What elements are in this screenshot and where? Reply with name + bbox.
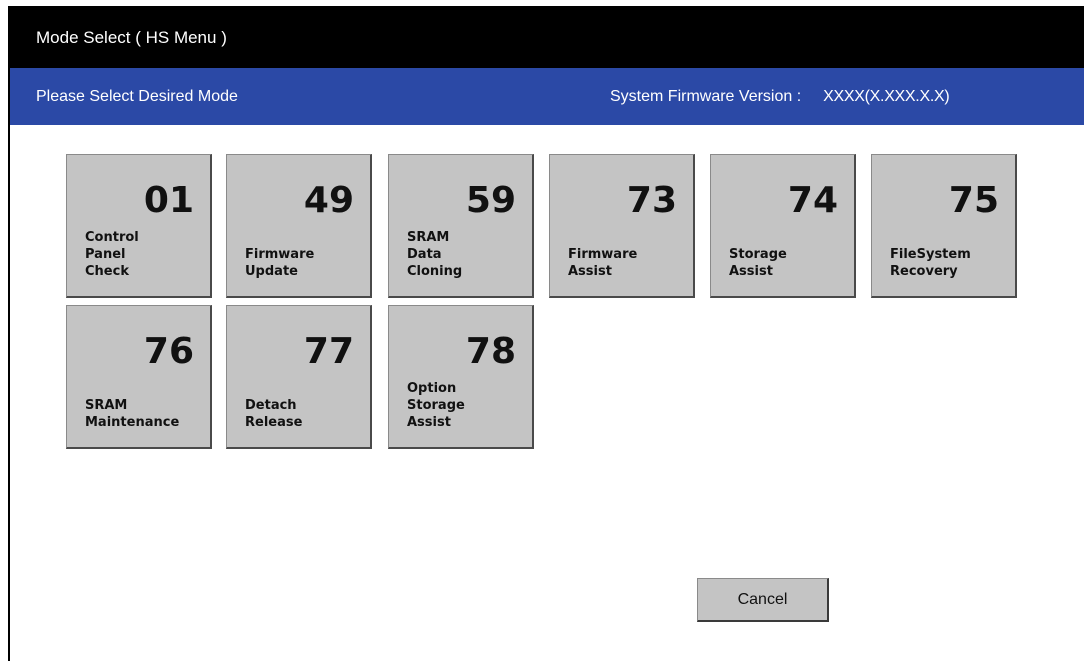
mode-number: 73 xyxy=(626,180,677,221)
mode-label: Firmware Assist xyxy=(568,247,638,279)
mode-75-button[interactable]: 75 FileSystem Recovery xyxy=(871,154,1017,298)
cancel-button-label: Cancel xyxy=(737,590,788,608)
firmware-version-value: XXXX(X.XXX.X.X) xyxy=(823,87,950,105)
mode-01-button[interactable]: 01 Control Panel Check xyxy=(66,154,212,298)
mode-number: 59 xyxy=(465,180,516,221)
mode-number: 74 xyxy=(787,180,838,221)
header-bar: Please Select Desired Mode System Firmwa… xyxy=(10,68,1084,125)
mode-label: FileSystem Recovery xyxy=(890,247,971,279)
mode-number: 49 xyxy=(303,180,354,221)
mode-label: Detach Release xyxy=(245,398,303,430)
mode-number: 77 xyxy=(303,331,354,372)
firmware-version-label: System Firmware Version : xyxy=(610,87,802,105)
mode-77-button[interactable]: 77 Detach Release xyxy=(226,305,372,449)
mode-label: Firmware Update xyxy=(245,247,315,279)
mode-label: SRAM Maintenance xyxy=(85,398,180,430)
mode-label: SRAM Data Cloning xyxy=(407,230,463,279)
cancel-button[interactable]: Cancel xyxy=(697,578,829,622)
window-title: Mode Select ( HS Menu ) xyxy=(36,28,227,47)
mode-49-button[interactable]: 49 Firmware Update xyxy=(226,154,372,298)
mode-73-button[interactable]: 73 Firmware Assist xyxy=(549,154,695,298)
mode-number: 75 xyxy=(948,180,999,221)
mode-74-button[interactable]: 74 Storage Assist xyxy=(710,154,856,298)
select-prompt: Please Select Desired Mode xyxy=(36,87,238,105)
mode-number: 78 xyxy=(465,331,516,372)
mode-label: Control Panel Check xyxy=(85,230,139,279)
mode-number: 76 xyxy=(143,331,194,372)
mode-59-button[interactable]: 59 SRAM Data Cloning xyxy=(388,154,534,298)
mode-78-button[interactable]: 78 Option Storage Assist xyxy=(388,305,534,449)
mode-select-window: Mode Select ( HS Menu ) Please Select De… xyxy=(8,6,1084,661)
mode-label: Storage Assist xyxy=(729,247,787,279)
mode-number: 01 xyxy=(143,180,194,221)
mode-76-button[interactable]: 76 SRAM Maintenance xyxy=(66,305,212,449)
title-bar: Mode Select ( HS Menu ) xyxy=(10,8,1084,68)
mode-label: Option Storage Assist xyxy=(407,381,465,430)
